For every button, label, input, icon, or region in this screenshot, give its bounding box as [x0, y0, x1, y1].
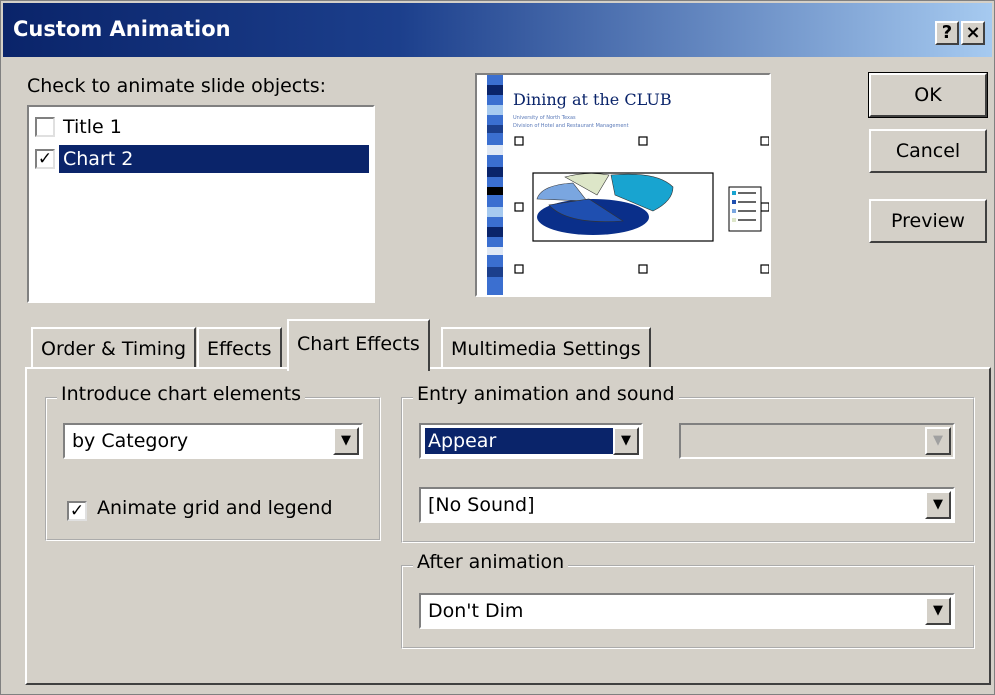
slide-thumbnail-image: Dining at the CLUB University of North T… [477, 75, 769, 295]
entry-group-title: Entry animation and sound [413, 383, 679, 405]
chart-2-label: Chart 2 [59, 145, 369, 173]
preview-button[interactable]: Preview [869, 199, 987, 243]
chevron-down-icon[interactable]: ▼ [925, 491, 951, 519]
entry-direction-select: ▼ [679, 423, 955, 459]
chevron-down-icon[interactable]: ▼ [613, 427, 639, 455]
chevron-down-icon[interactable]: ▼ [333, 427, 359, 455]
preview-subtitle-1: University of North Texas [513, 115, 576, 121]
entry-effect-select[interactable]: Appear ▼ [419, 423, 643, 459]
introduce-chart-elements-group [45, 397, 381, 541]
title-1-checkbox[interactable] [35, 117, 55, 137]
sound-value: [No Sound] [428, 494, 535, 516]
chevron-down-icon[interactable]: ▼ [925, 597, 951, 625]
preview-subtitle-2: Division of Hotel and Restaurant Managem… [513, 123, 629, 129]
animate-grid-checkbox[interactable]: ✓ [67, 501, 87, 521]
animate-grid-label: Animate grid and legend [97, 497, 333, 519]
entry-direction-value [685, 428, 691, 454]
title-bar[interactable]: Custom Animation ? × [3, 3, 992, 57]
help-button[interactable]: ? [935, 21, 959, 45]
chart-effects-panel: Introduce chart elements by Category ▼ ✓… [25, 367, 991, 685]
after-animation-select[interactable]: Don't Dim ▼ [419, 593, 955, 629]
ok-button[interactable]: OK [868, 72, 988, 118]
list-item-title-1[interactable]: Title 1 [35, 111, 373, 143]
title-1-label: Title 1 [63, 116, 122, 138]
introduce-select[interactable]: by Category ▼ [63, 423, 363, 459]
chart-2-checkbox[interactable]: ✓ [35, 149, 55, 169]
window-title: Custom Animation [13, 17, 231, 41]
custom-animation-dialog: Custom Animation ? × Check to animate sl… [0, 0, 995, 695]
tab-multimedia-settings[interactable]: Multimedia Settings [441, 327, 651, 371]
chevron-down-icon: ▼ [925, 427, 951, 455]
slide-preview: Dining at the CLUB University of North T… [475, 73, 771, 297]
tab-order-timing[interactable]: Order & Timing [31, 327, 197, 371]
tab-chart-effects[interactable]: Chart Effects [287, 319, 430, 371]
chart-legend-graphic [728, 186, 762, 232]
after-group-title: After animation [413, 551, 569, 573]
introduce-group-title: Introduce chart elements [57, 383, 306, 405]
preview-slide-title: Dining at the CLUB [513, 90, 672, 109]
close-button[interactable]: × [961, 21, 985, 45]
slide-objects-list[interactable]: Title 1 ✓ Chart 2 [27, 105, 375, 303]
entry-effect-value: Appear [425, 428, 627, 454]
sound-select[interactable]: [No Sound] ▼ [419, 487, 955, 523]
introduce-value: by Category [72, 430, 189, 452]
cancel-button[interactable]: Cancel [869, 129, 987, 173]
list-item-chart-2[interactable]: ✓ Chart 2 [35, 143, 373, 175]
tab-effects[interactable]: Effects [197, 327, 282, 371]
after-animation-value: Don't Dim [428, 600, 524, 622]
objects-label: Check to animate slide objects: [27, 75, 326, 97]
left-stripe-decoration [487, 75, 503, 295]
